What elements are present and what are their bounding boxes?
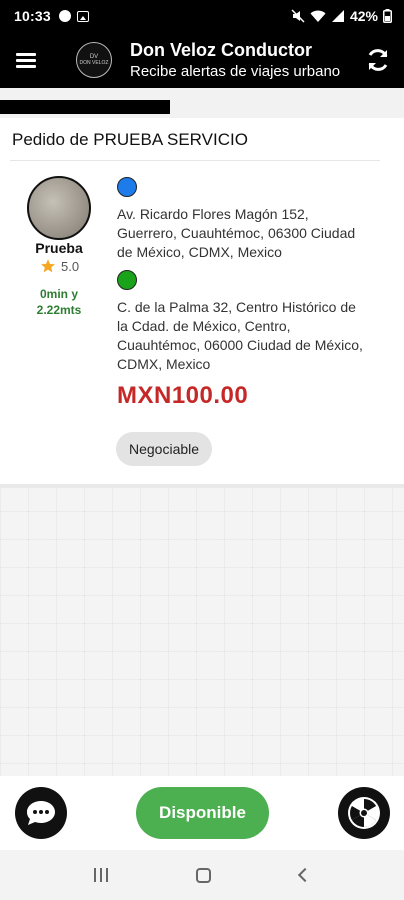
rating-value: 5.0 — [61, 258, 80, 274]
fare-price: MXN100.00 — [117, 382, 249, 409]
back-icon[interactable] — [297, 867, 312, 883]
mute-icon — [291, 9, 305, 23]
battery-percentage: 42% — [349, 8, 378, 24]
pickup-pin-icon — [117, 177, 137, 197]
radiation-icon — [348, 797, 380, 829]
tools-button[interactable] — [338, 787, 390, 839]
order-title: Pedido de PRUEBA SERVICIO — [12, 130, 248, 149]
wifi-icon — [310, 10, 326, 22]
status-bar: 10:33 42% — [0, 0, 404, 32]
battery-icon — [383, 9, 392, 23]
passenger-avatar — [27, 176, 91, 240]
app-bar: DV DON VELOZ Don Veloz Conductor Recibe … — [0, 32, 404, 88]
passenger-name: Prueba — [35, 240, 83, 256]
gallery-notification-icon — [76, 10, 89, 22]
star-icon — [41, 259, 55, 273]
eta-distance: 0min y 2.22mts — [36, 287, 82, 317]
app-subtitle: Recibe alertas de viajes urbanos — [130, 63, 340, 80]
bottom-actions: Disponible — [0, 776, 404, 850]
home-icon[interactable] — [196, 867, 212, 883]
refresh-button[interactable] — [362, 44, 394, 76]
negotiable-chip[interactable]: Negociable — [116, 432, 213, 466]
system-nav-bar — [0, 850, 404, 900]
status-time: 10:33 — [14, 8, 51, 24]
recent-apps-icon[interactable] — [94, 868, 109, 882]
app-logo: DV DON VELOZ — [76, 42, 112, 78]
app-title: Don Veloz Conductor — [130, 40, 312, 60]
available-button[interactable]: Disponible — [136, 787, 269, 839]
chat-button[interactable] — [15, 787, 67, 839]
refresh-icon — [368, 49, 388, 71]
divider — [10, 160, 380, 161]
progress-bar — [0, 100, 170, 114]
passenger-rating: 5.0 — [40, 258, 79, 274]
signal-icon — [331, 10, 344, 22]
chat-bubble-icon — [27, 801, 55, 825]
menu-button[interactable] — [0, 32, 52, 88]
order-card[interactable]: Pedido de PRUEBA SERVICIO Prueba 5.0 0mi… — [0, 118, 404, 484]
notification-dot-icon — [58, 10, 71, 22]
card-shadow — [0, 484, 404, 488]
dropoff-pin-icon — [117, 270, 137, 290]
pickup-address: Av. Ricardo Flores Magón 152, Guerrero, … — [117, 206, 356, 260]
dropoff-address: C. de la Palma 32, Centro Histórico de l… — [117, 299, 363, 372]
hamburger-icon — [16, 50, 36, 71]
background-pattern — [0, 484, 404, 776]
